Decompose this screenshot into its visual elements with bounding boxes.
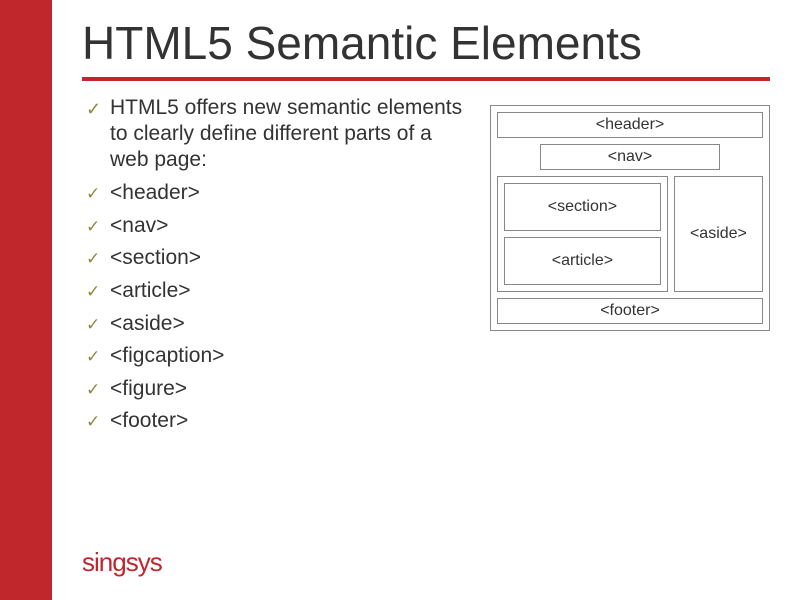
check-icon: ✓ bbox=[86, 312, 100, 338]
list-item-label: <figcaption> bbox=[110, 344, 224, 367]
body-row: ✓ HTML5 offers new semantic elements to … bbox=[82, 95, 770, 438]
list-item: ✓ <header> bbox=[82, 177, 470, 210]
slide-title: HTML5 Semantic Elements bbox=[82, 18, 770, 69]
list-item: ✓ <figure> bbox=[82, 373, 470, 406]
list-item: ✓ <figcaption> bbox=[82, 340, 470, 373]
list-item-label: <aside> bbox=[110, 312, 185, 335]
check-icon: ✓ bbox=[86, 246, 100, 272]
diagram-section-box: <section> bbox=[504, 183, 661, 231]
list-item: ✓ <nav> bbox=[82, 210, 470, 243]
title-underline bbox=[82, 77, 770, 81]
list-item-label: <section> bbox=[110, 246, 201, 269]
diagram-outer: <header> <nav> <section> <article> <asid… bbox=[490, 105, 770, 331]
decorative-sidebar bbox=[0, 0, 52, 600]
check-icon: ✓ bbox=[86, 214, 100, 240]
check-icon: ✓ bbox=[86, 181, 100, 207]
diagram-article-box: <article> bbox=[504, 237, 661, 285]
slide-content: HTML5 Semantic Elements ✓ HTML5 offers n… bbox=[52, 0, 800, 600]
list-item: ✓ <section> bbox=[82, 242, 470, 275]
diagram-main-column: <section> <article> bbox=[497, 176, 668, 292]
list-item: ✓ <footer> bbox=[82, 405, 470, 438]
list-item-label: <nav> bbox=[110, 214, 168, 237]
list-item-label: <footer> bbox=[110, 409, 188, 432]
list-item: ✓ <aside> bbox=[82, 308, 470, 341]
layout-diagram: <header> <nav> <section> <article> <asid… bbox=[490, 105, 770, 438]
check-icon: ✓ bbox=[86, 279, 100, 305]
diagram-middle-row: <section> <article> <aside> bbox=[497, 176, 763, 292]
diagram-aside-box: <aside> bbox=[674, 176, 763, 292]
intro-text: HTML5 offers new semantic elements to cl… bbox=[110, 95, 470, 174]
list-item: ✓ <article> bbox=[82, 275, 470, 308]
check-icon: ✓ bbox=[86, 409, 100, 435]
diagram-header-box: <header> bbox=[497, 112, 763, 138]
brand-logo: singsys bbox=[52, 547, 162, 578]
list-item-label: <figure> bbox=[110, 377, 187, 400]
diagram-nav-box: <nav> bbox=[540, 144, 721, 170]
list-item-label: <article> bbox=[110, 279, 191, 302]
intro-wrapper: ✓ HTML5 offers new semantic elements to … bbox=[82, 95, 470, 174]
check-icon: ✓ bbox=[86, 377, 100, 403]
list-item-label: <header> bbox=[110, 181, 200, 204]
text-column: ✓ HTML5 offers new semantic elements to … bbox=[82, 95, 470, 438]
element-list: ✓ <header> ✓ <nav> ✓ <section> ✓ <article> ✓… bbox=[82, 177, 470, 437]
check-icon: ✓ bbox=[86, 344, 100, 370]
check-icon: ✓ bbox=[86, 99, 101, 120]
diagram-footer-box: <footer> bbox=[497, 298, 763, 324]
